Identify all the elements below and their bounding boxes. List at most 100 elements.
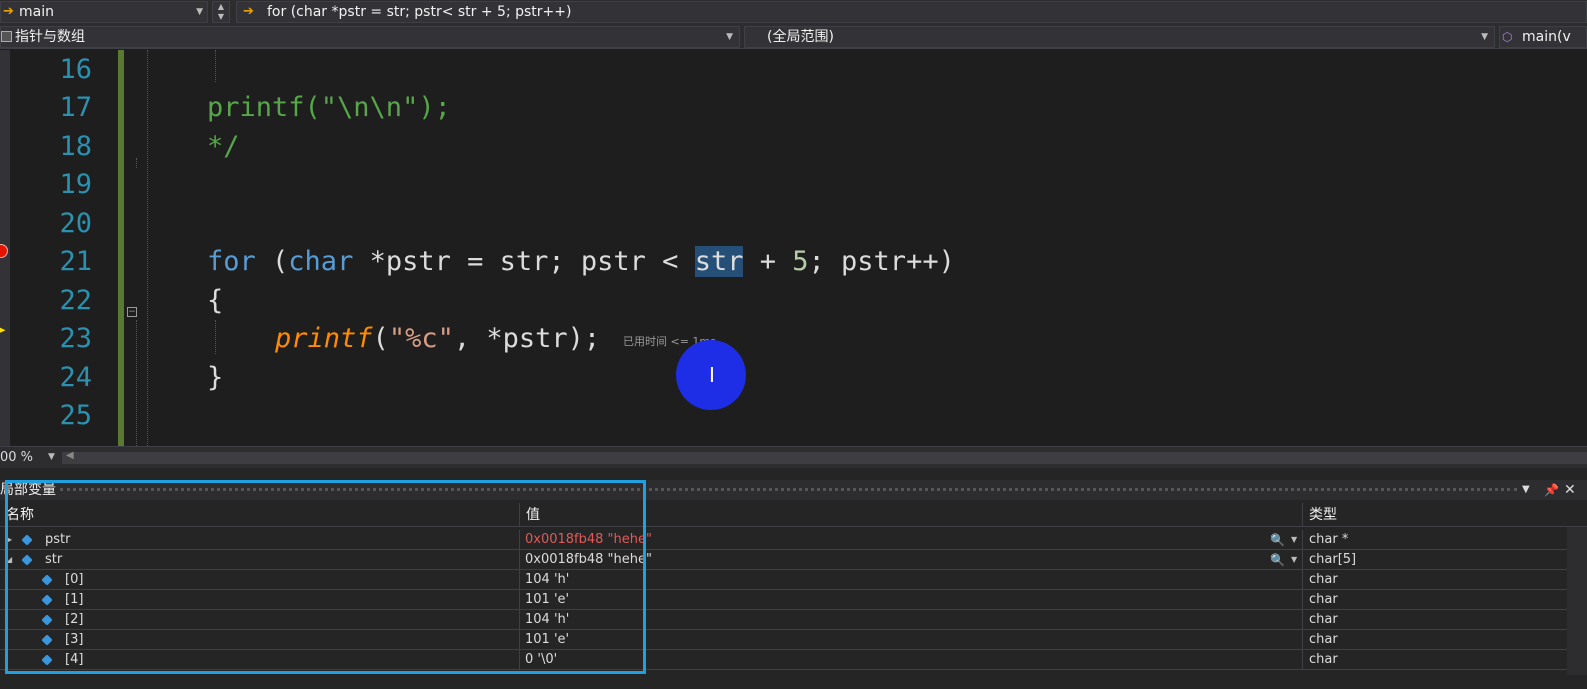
indent-guide [215,50,216,82]
close-icon[interactable]: ✕ [1564,480,1576,500]
navigation-bar: ➔ main ▼ ▲ ▼ ➔ for (char *pstr = str; pst… [0,0,1587,25]
cell-divider [1302,610,1303,630]
panel-title-bar: 局部变量 ▼ 📌 ✕ [0,480,1587,500]
cell-divider [519,570,520,590]
variable-type: char [1309,652,1338,667]
code-text: ( [372,323,389,354]
statement-combo-label: for (char *pstr = str; pstr< str + 5; ps… [267,4,572,20]
table-row[interactable]: [0] 104 'h' char [0,570,1587,590]
variable-value[interactable]: 104 'h' [525,610,569,630]
horizontal-scrollbar[interactable]: ◀ [62,450,1587,464]
variable-type: char[5] [1309,552,1357,567]
zoom-combo[interactable]: 00 % ▼ [0,448,60,467]
outline-line [136,320,137,446]
variable-icon [41,634,53,646]
function-combo[interactable]: ➔ main ▼ [0,1,208,23]
code-text: , *pstr); [453,323,601,354]
code-text: ; pstr++) [808,246,955,277]
variable-value[interactable]: 104 'h' [525,570,569,590]
locals-header: 名称 值 类型 [0,503,1587,527]
function-combo-label: main [19,4,54,20]
code-line-17: printf("\n\n"); [207,92,451,123]
spin-button[interactable]: ▲ ▼ [212,1,230,23]
table-row[interactable]: ▶ pstr 0x0018fb48 "hehe" 🔍 ▼ char * [0,530,1587,550]
drag-grip[interactable] [60,488,1517,491]
variable-value[interactable]: 101 'e' [525,590,569,610]
line-number: 17 [59,92,92,123]
indent-guide [147,50,148,446]
variable-name: [2] [65,612,84,627]
variable-name: [0] [65,572,84,587]
magnifier-icon[interactable]: 🔍 [1270,550,1285,570]
statement-combo[interactable]: ➔ for (char *pstr = str; pstr< str + 5; … [236,1,1587,23]
table-row[interactable]: [2] 104 'h' char [0,610,1587,630]
variable-name: str [45,552,63,567]
chevron-down-icon: ▼ [48,452,55,462]
arrow-right-icon: ➔ [243,4,254,19]
code-line-22: { [207,285,224,316]
scope-combo[interactable]: (全局范围) ▼ [744,26,1495,48]
variable-icon [21,534,33,546]
code-editor[interactable]: ➤ − 16 17 18 19 20 21 22 23 24 25 printf… [0,50,1587,446]
variable-icon [41,614,53,626]
column-header-type[interactable]: 类型 [1309,503,1337,527]
magnifier-icon[interactable]: 🔍 [1270,530,1285,550]
table-row[interactable]: [3] 101 'e' char [0,630,1587,650]
ibeam-cursor-icon: I [709,363,715,387]
table-row[interactable]: [1] 101 'e' char [0,590,1587,610]
code-line-24: } [207,362,224,393]
member-combo[interactable]: ⬡ main(v [1499,26,1587,48]
project-combo[interactable]: 指针与数组 ▼ [0,26,740,48]
current-statement-arrow-icon: ➤ [0,323,7,337]
vertical-scrollbar[interactable] [1567,527,1587,675]
cell-divider [519,650,520,670]
cell-divider [519,590,520,610]
window-position-icon[interactable]: ▼ [1522,480,1530,500]
code-line-23: printf("%c", *pstr); [275,320,600,358]
string-literal: "%c" [388,323,454,354]
number-literal: 5 [792,246,809,277]
variable-type: char [1309,592,1338,607]
chevron-down-icon: ▼ [1481,32,1488,42]
selected-text: str [694,246,744,277]
panel-title: 局部变量 [0,482,56,498]
variable-value[interactable]: 0x0018fb48 "hehe" [525,550,652,570]
variable-icon [41,574,53,586]
variable-icon [41,594,53,606]
indent-guide [215,320,216,354]
chevron-down-icon[interactable]: ▼ [1291,530,1297,550]
cell-divider [1302,550,1303,570]
variable-name: [1] [65,592,84,607]
outline-line [136,158,137,168]
pin-icon[interactable]: 📌 [1544,480,1559,500]
cell-divider [1302,630,1303,650]
column-header-name[interactable]: 名称 [6,503,34,527]
keyword-char: char [288,246,354,277]
variable-value[interactable]: 0x0018fb48 "hehe" [525,530,652,550]
cell-divider [1302,530,1303,550]
code-line-21: for (char *pstr = str; pstr < str + 5; p… [207,243,955,281]
collapse-icon[interactable]: − [127,307,137,317]
table-row[interactable]: ◢ str 0x0018fb48 "hehe" 🔍 ▼ char[5] [0,550,1587,570]
chevron-down-icon[interactable]: ▼ [1291,550,1297,570]
variable-value[interactable]: 0 '\0' [525,650,557,670]
member-combo-label: main(v [1522,29,1571,45]
line-number: 16 [59,54,92,85]
code-text: *pstr = str; pstr < [353,246,695,277]
column-divider[interactable] [1302,503,1303,527]
cell-divider [519,610,520,630]
line-number: 23 [59,323,92,354]
table-row[interactable]: [4] 0 '\0' char [0,650,1587,670]
cell-divider [519,530,520,550]
arrow-right-icon: ➔ [3,4,14,19]
column-divider[interactable] [519,503,520,527]
code-line-18: */ [207,131,240,162]
scroll-left-icon[interactable]: ◀ [66,450,74,461]
scope-bar: 指针与数组 ▼ (全局范围) ▼ ⬡ main(v [0,25,1587,49]
collapse-icon[interactable]: ◢ [6,550,12,570]
variable-value[interactable]: 101 'e' [525,630,569,650]
column-header-value[interactable]: 值 [526,503,540,527]
variable-type: char * [1309,532,1349,547]
code-text: + [743,246,793,277]
expand-icon[interactable]: ▶ [6,530,12,550]
